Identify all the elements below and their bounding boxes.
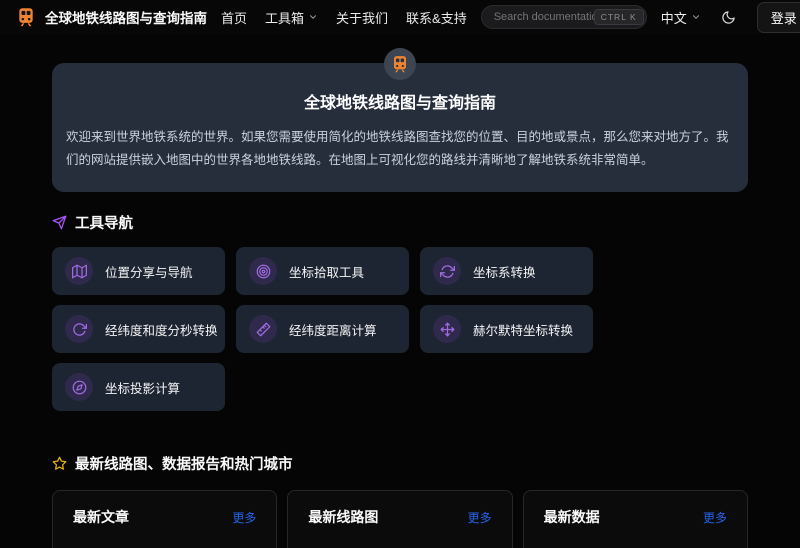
tool-card-location-share[interactable]: 位置分享与导航: [52, 247, 225, 296]
hero-badge: [384, 48, 416, 80]
login-button[interactable]: 登录: [756, 1, 800, 33]
theme-toggle-button[interactable]: [715, 3, 743, 31]
main-nav: 首页 工具箱 关于我们 联系&支持: [221, 8, 467, 27]
more-link[interactable]: 更多: [232, 509, 256, 526]
latest-data-card: 最新数据 更多 北京地铁线路图(2025) 北京地铁客流量趋势图 上海地铁客流量…: [522, 490, 748, 548]
nav-contact[interactable]: 联系&支持: [406, 8, 467, 27]
map-icon: [65, 257, 93, 286]
ruler-icon: [249, 315, 277, 344]
more-link[interactable]: 更多: [703, 509, 727, 526]
tool-card-distance-calc[interactable]: 经纬度距离计算: [236, 305, 409, 354]
nav-about[interactable]: 关于我们: [336, 8, 388, 27]
column-title: 最新线路图: [308, 509, 379, 526]
rotate-icon: [65, 315, 93, 344]
star-icon: [52, 456, 67, 471]
tool-grid: 位置分享与导航 坐标拾取工具 坐标系转换 经纬度和度分秒转换 经纬度距离计算 赫…: [52, 247, 748, 412]
send-icon: [52, 215, 67, 230]
moon-icon: [721, 10, 736, 25]
tool-card-dms-convert[interactable]: 经纬度和度分秒转换: [52, 305, 225, 354]
language-selector[interactable]: 中文: [661, 8, 701, 27]
search-input[interactable]: [493, 11, 594, 23]
hero-description: 欢迎来到世界地铁系统的世界。如果您需要使用简化的地铁线路图查找您的位置、目的地或…: [66, 130, 729, 168]
latest-columns: 最新文章 更多 1. High Speed Rail Group reacts …: [52, 490, 748, 548]
top-header: 全球地铁线路图与查询指南 首页 工具箱 关于我们 联系&支持 CTRL K 中文…: [0, 0, 800, 34]
target-icon: [249, 257, 277, 286]
search-shortcut-badge: CTRL K: [593, 9, 644, 25]
tool-card-coordinate-picker[interactable]: 坐标拾取工具: [236, 247, 409, 296]
latest-articles-card: 最新文章 更多 1. High Speed Rail Group reacts …: [52, 490, 278, 548]
chevron-down-icon: [691, 12, 701, 22]
chevron-down-icon: [308, 12, 318, 22]
tool-card-coordinate-system-convert[interactable]: 坐标系转换: [420, 247, 593, 296]
latest-maps-card: 最新线路图 更多 常州地铁运营时刻表(2025) 大连地铁运营时刻表(2025)…: [287, 490, 513, 548]
metro-logo-icon: [391, 55, 409, 73]
tools-section-heading: 工具导航: [52, 212, 748, 233]
hero-card: 全球地铁线路图与查询指南 欢迎来到世界地铁系统的世界。如果您需要使用简化的地铁线…: [52, 48, 748, 193]
brand[interactable]: 全球地铁线路图与查询指南: [16, 7, 207, 27]
metro-logo-icon: [16, 7, 36, 27]
page-title: 全球地铁线路图与查询指南: [303, 95, 496, 112]
column-title: 最新文章: [73, 509, 129, 526]
latest-section-heading: 最新线路图、数据报告和热门城市: [52, 453, 748, 474]
main-content: 全球地铁线路图与查询指南 欢迎来到世界地铁系统的世界。如果您需要使用简化的地铁线…: [0, 48, 800, 548]
move-icon: [433, 315, 461, 344]
column-title: 最新数据: [543, 509, 600, 526]
tool-card-helmert-convert[interactable]: 赫尔默特坐标转换: [420, 305, 593, 354]
nav-home[interactable]: 首页: [221, 8, 247, 27]
search-bar[interactable]: CTRL K: [480, 5, 647, 29]
site-title: 全球地铁线路图与查询指南: [45, 11, 207, 26]
compass-icon: [65, 373, 93, 402]
more-link[interactable]: 更多: [468, 509, 492, 526]
sync-icon: [433, 257, 461, 286]
nav-toolbox[interactable]: 工具箱: [265, 8, 318, 27]
tool-card-projection-calc[interactable]: 坐标投影计算: [52, 363, 225, 412]
